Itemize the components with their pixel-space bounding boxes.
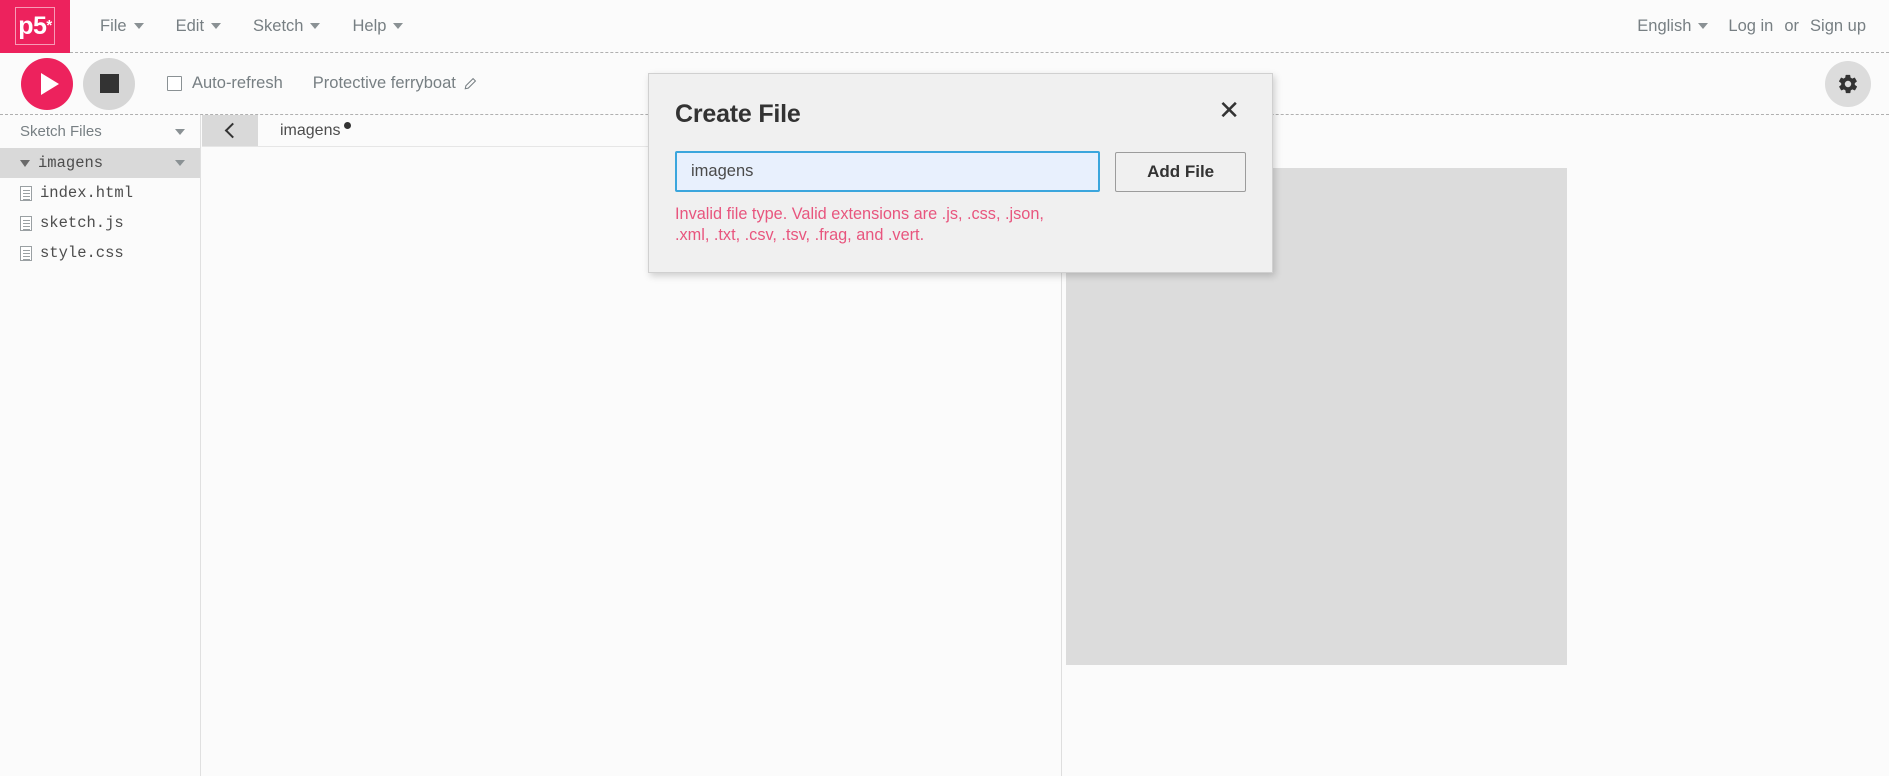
add-file-button[interactable]: Add File [1115,151,1246,192]
sidebar-item-sketch-js[interactable]: sketch.js [0,208,200,238]
nav-item-sketch-label: Sketch [253,16,304,35]
auto-refresh-label: Auto-refresh [192,74,283,92]
p5-logo-text: p5 [18,11,47,40]
sidebar-item-label: imagens [38,154,104,172]
folder-options-icon[interactable] [175,160,185,166]
sidebar-item-label: sketch.js [40,214,124,232]
chevron-down-icon [393,23,404,29]
unsaved-changes-dot [344,122,352,129]
settings-button[interactable] [1825,60,1871,107]
validation-error-message: Invalid file type. Valid extensions are … [675,205,1044,244]
p5-logo-mark: p5 * [15,7,55,45]
auto-refresh-toggle[interactable]: Auto-refresh [167,74,283,93]
stop-button[interactable] [83,57,135,110]
chevron-down-icon [310,23,321,29]
pencil-icon [464,77,477,89]
sketch-files-sidebar: Sketch Files imagens index.html sketch.j… [0,115,201,776]
nav-item-help[interactable]: Help [336,0,419,52]
gear-icon [1838,74,1858,93]
top-navigation-bar: p5 * File Edit Sketch Help English Log i… [0,0,1889,53]
sketch-name-field[interactable]: Protective ferryboat [313,74,477,93]
chevron-down-icon [133,23,144,29]
nav-right-group: English Log in or Sign up [1624,0,1889,52]
file-icon [20,215,32,231]
p5-web-editor: p5 * File Edit Sketch Help English Log i… [0,0,1889,776]
create-file-form: Add File [675,151,1246,192]
stop-icon [99,74,119,93]
sidebar-item-style-css[interactable]: style.css [0,238,200,268]
create-file-modal: Create File ✕ Add File Invalid file type… [648,73,1273,273]
language-selector[interactable]: English [1624,0,1721,52]
play-button[interactable] [21,57,73,110]
sidebar-item-label: style.css [40,244,124,262]
nav-item-file-label: File [100,16,127,35]
file-icon [20,245,32,261]
sidebar-item-imagens[interactable]: imagens [0,148,200,178]
close-icon[interactable]: ✕ [1218,97,1240,123]
sidebar-header-label: Sketch Files [20,123,102,140]
collapse-sidebar-button[interactable] [202,115,258,146]
modal-header: Create File ✕ [649,74,1272,129]
login-link[interactable]: Log in [1721,17,1780,36]
modal-body: Add File Invalid file type. Valid extens… [649,129,1272,246]
modal-title: Create File [675,100,801,128]
sidebar-header[interactable]: Sketch Files [0,115,200,148]
folder-expand-icon [20,159,30,167]
nav-item-edit[interactable]: Edit [160,0,237,52]
p5-logo[interactable]: p5 * [0,0,70,53]
chevron-down-icon[interactable] [175,128,185,135]
nav-menu: File Edit Sketch Help [84,0,419,52]
nav-item-help-label: Help [352,16,387,35]
editor-tab-imagens[interactable]: imagens [258,115,367,146]
play-icon [40,72,59,95]
chevron-down-icon [1698,23,1709,29]
nav-item-file[interactable]: File [84,0,160,52]
file-name-input[interactable] [675,151,1101,192]
sidebar-item-index-html[interactable]: index.html [0,178,200,208]
auto-refresh-checkbox[interactable] [167,76,182,91]
nav-item-sketch[interactable]: Sketch [237,0,336,52]
chevron-down-icon [211,23,222,29]
signup-link[interactable]: Sign up [1803,17,1873,36]
sidebar-item-label: index.html [40,184,134,202]
nav-item-edit-label: Edit [175,16,205,35]
chevron-left-icon [224,122,240,139]
language-selector-label: English [1637,16,1692,35]
nav-or-separator: or [1784,16,1800,35]
sketch-name-label: Protective ferryboat [312,74,456,92]
file-icon [20,185,32,201]
editor-tab-label: imagens [280,121,341,139]
